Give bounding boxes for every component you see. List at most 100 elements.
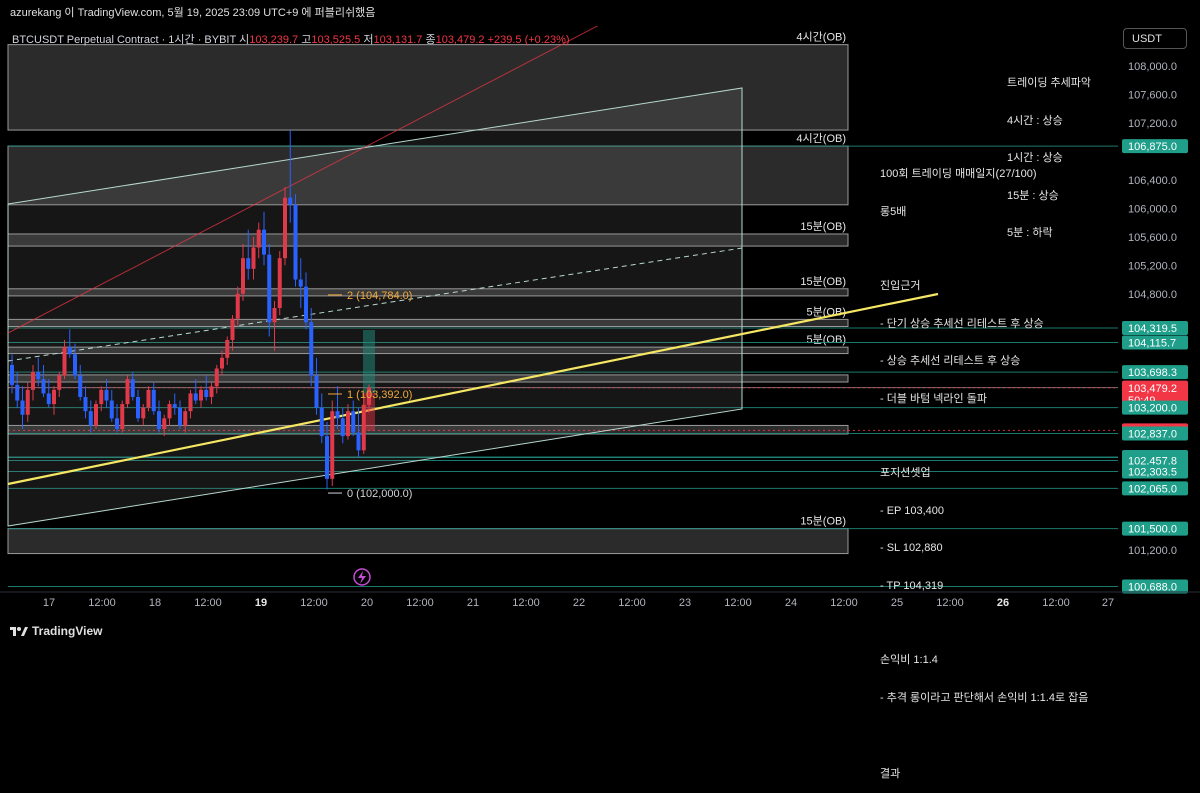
time-tick-label: 12:00 xyxy=(618,597,646,609)
trend-line-4h: 4시간 : 상승 xyxy=(1007,114,1063,127)
candle-body xyxy=(115,418,119,429)
time-tick-label: 24 xyxy=(785,597,797,609)
candle-body xyxy=(340,418,345,437)
time-tick-label: 19 xyxy=(255,597,267,609)
setup-line-sl: - SL 102,880 xyxy=(880,542,943,554)
price-tick-label: 106,400.0 xyxy=(1128,175,1177,187)
candle-body xyxy=(109,400,114,419)
price-tag-label: 101,500.0 xyxy=(1128,524,1177,536)
candle-body xyxy=(298,279,303,287)
candle-body xyxy=(309,322,314,376)
candle-body xyxy=(25,389,30,415)
candle-body xyxy=(36,372,41,380)
price-tick-label: 108,000.0 xyxy=(1128,61,1177,73)
candle-body xyxy=(136,396,140,419)
price-tag-label: 102,303.5 xyxy=(1128,466,1177,478)
candle-body xyxy=(225,340,230,358)
candle-body xyxy=(251,247,256,269)
time-tick-label: 12:00 xyxy=(406,597,434,609)
time-tick-label: 17 xyxy=(43,597,55,609)
candle-body xyxy=(277,258,282,308)
fib-label: 0 (102,000.0) xyxy=(347,488,412,500)
low-label: 저 xyxy=(363,34,374,46)
candle-body xyxy=(73,354,77,376)
price-tag-label: 102,837.0 xyxy=(1128,428,1177,440)
candle-body xyxy=(99,389,104,405)
ob-zone-label: 5분(OB) xyxy=(807,334,846,346)
time-tick-label: 12:00 xyxy=(830,597,858,609)
currency-button[interactable]: USDT xyxy=(1123,28,1187,49)
candle-body xyxy=(330,411,335,479)
candle-body xyxy=(361,404,366,451)
result-label: 결과 xyxy=(880,768,901,780)
candle-body xyxy=(167,404,172,419)
setup-line-ep: - EP 103,400 xyxy=(880,504,945,517)
candle-body xyxy=(304,286,308,323)
time-tick-label: 27 xyxy=(1102,597,1114,609)
candle-body xyxy=(293,204,298,280)
symbol-name: BTCUSDT Perpetual Contract · 1시간 · BYBIT xyxy=(12,34,237,46)
time-tick-label: 20 xyxy=(361,597,373,609)
candle-body xyxy=(283,197,287,259)
price-tick-label: 101,200.0 xyxy=(1128,545,1177,557)
candle-body xyxy=(262,229,266,255)
candle-body xyxy=(204,389,209,397)
price-tag-label: 102,065.0 xyxy=(1128,483,1177,495)
candle-body xyxy=(141,407,146,419)
entry-line-1: - 단기 상승 추세선 리테스트 후 상승 xyxy=(880,317,1044,330)
candle-body xyxy=(288,197,293,205)
time-tick-label: 22 xyxy=(573,597,585,609)
entry-title: 진입근거 xyxy=(880,280,921,292)
candle-body xyxy=(230,318,235,341)
rr-title: 손익비 1:1.4 xyxy=(880,654,938,666)
candle-body xyxy=(15,384,20,401)
candle-body xyxy=(46,393,51,405)
price-tick-label: 105,600.0 xyxy=(1128,232,1177,244)
high-value: 103,525.5 xyxy=(311,34,361,46)
rr-line: - 추격 롱이라고 판단해서 손익비 1:1.4로 잡음 xyxy=(880,691,1089,704)
journal-title: 100회 트레이딩 매매일지(27/100) xyxy=(880,168,1037,180)
candle-body xyxy=(235,293,240,319)
candle-body xyxy=(172,404,177,408)
ob-zone-label: 4시간(OB) xyxy=(796,31,846,44)
time-tick-label: 18 xyxy=(149,597,161,609)
time-tick-label: 12:00 xyxy=(300,597,328,609)
fib-label: 1 (103,392.0) xyxy=(347,389,412,401)
candle-body xyxy=(325,436,329,479)
candle-body xyxy=(57,375,62,390)
ob-zone xyxy=(7,528,849,555)
candle-body xyxy=(157,411,161,429)
candle-body xyxy=(314,375,319,408)
price-tick-label: 106,000.0 xyxy=(1128,203,1177,215)
candle-body xyxy=(125,379,130,405)
candle-body xyxy=(241,258,245,294)
candle-body xyxy=(88,411,93,426)
candle-body xyxy=(199,389,203,401)
candle-body xyxy=(10,364,14,385)
candle-body xyxy=(146,389,151,408)
candle-body xyxy=(178,407,182,426)
candle-body xyxy=(220,357,224,369)
candle-body xyxy=(20,400,25,415)
journal-note: 100회 트레이딩 매매일지(27/100) 롱5배 진입근거 - 단기 상승 … xyxy=(880,143,1088,793)
price-tick-label: 104,800.0 xyxy=(1128,289,1177,301)
price-tag-label: 103,479.2 xyxy=(1128,383,1177,395)
candle-body xyxy=(188,393,193,412)
candle-body xyxy=(246,258,251,269)
candle-body xyxy=(214,368,219,387)
candle-body xyxy=(41,379,46,394)
ob-zone-label: 15분(OB) xyxy=(800,221,846,233)
candle-body xyxy=(52,389,56,405)
candle-body xyxy=(319,407,324,437)
time-tick-label: 12:00 xyxy=(512,597,540,609)
footer-bar: TradingView xyxy=(0,618,1200,644)
price-tag-label: 104,319.5 xyxy=(1128,323,1177,335)
candle-body xyxy=(351,411,356,433)
close-value: 103,479.2 xyxy=(435,34,485,46)
close-label: 종 xyxy=(425,34,436,46)
footer-brand: TradingView xyxy=(32,624,103,638)
candle-body xyxy=(120,404,125,429)
candle-body xyxy=(130,379,135,397)
candle-body xyxy=(267,254,272,323)
open-value: 103,239.7 xyxy=(249,34,299,46)
